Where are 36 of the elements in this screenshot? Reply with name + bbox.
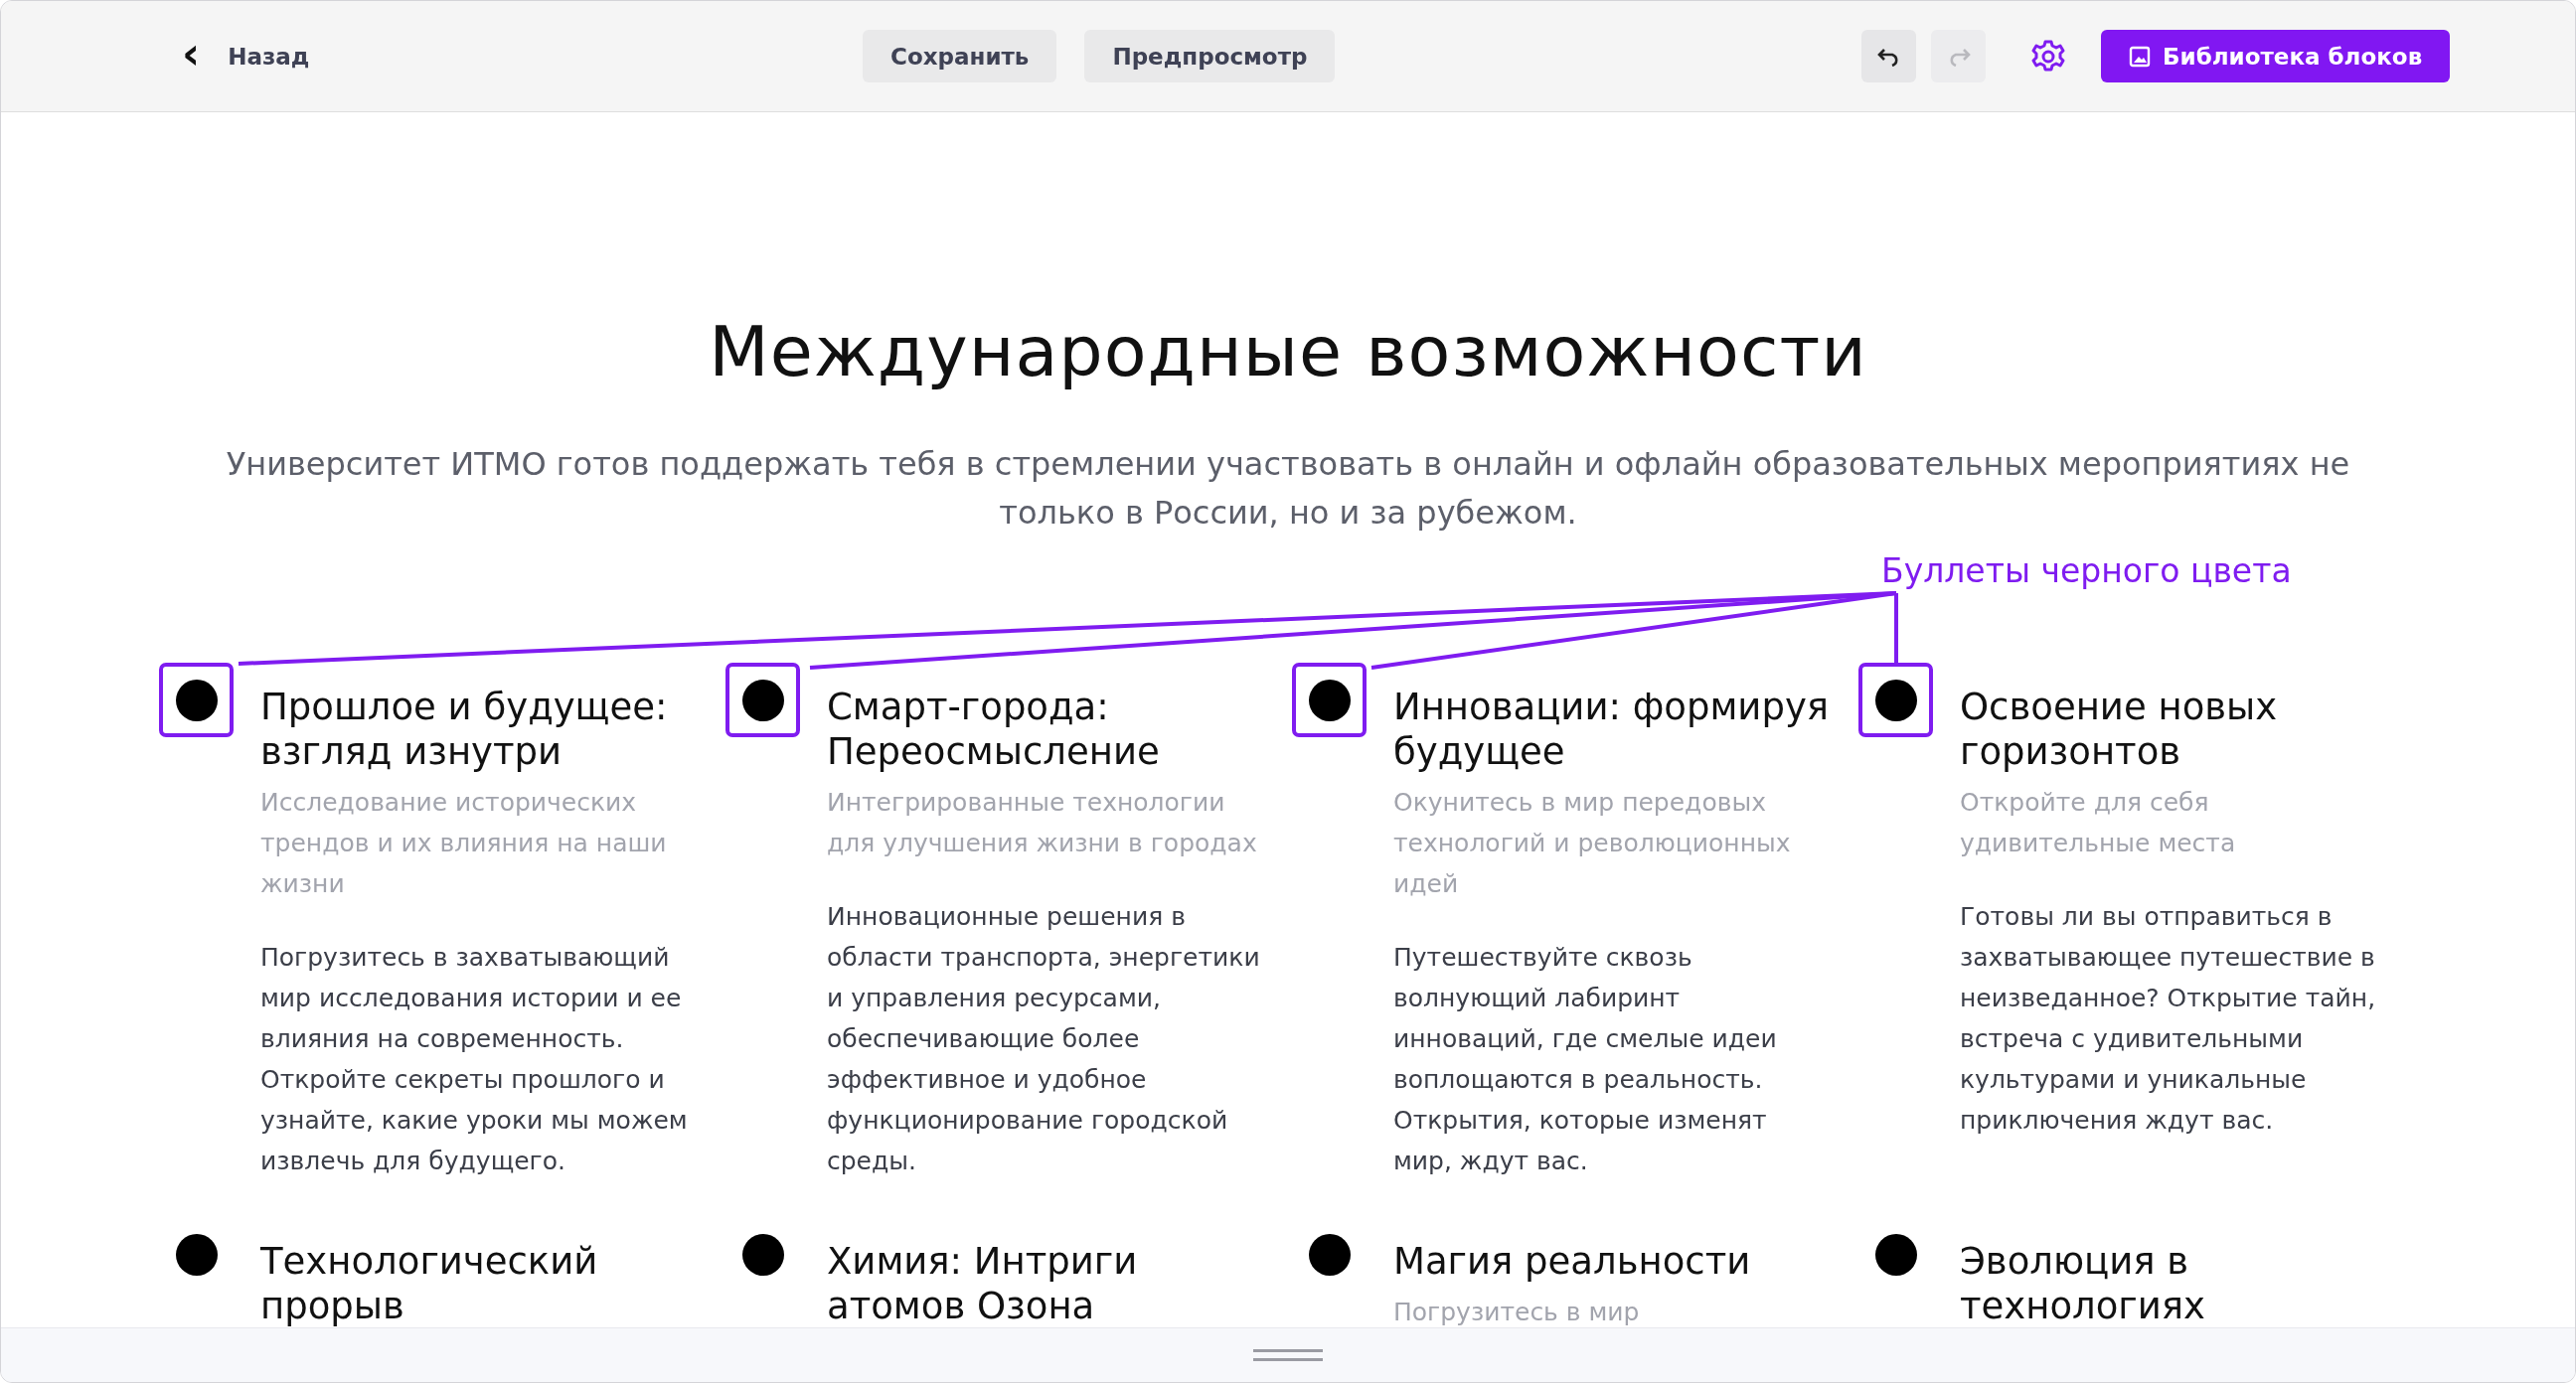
- back-link[interactable]: ‹ Назад: [182, 37, 310, 76]
- page-title: Международные возможности: [709, 311, 1867, 392]
- item-description: Погрузитесь в мир: [1393, 1297, 1641, 1328]
- item-heading: Инновации: формируя будущее: [1393, 685, 1831, 774]
- bullet-icon: [175, 1233, 218, 1276]
- bullet-icon: [175, 679, 218, 721]
- bullet-icon: [1308, 679, 1351, 721]
- page-subtitle: Университет ИТМО готов поддержать тебя в стремлении участвовать в онлайн и офлайн образовательных мероприятиях не только в России, но и за рубежом.: [225, 444, 2351, 534]
- item-heading: Эволюция в технологиях: [1960, 1239, 2206, 1328]
- item-body: Путешествуйте сквозь волнующий лабиринт инноваций, где смелые идеи воплощаются в реальность. Открытия, которые изменят мир, ждут вас.: [1393, 942, 1778, 1177]
- item-body: Готовы ли вы отправиться в захватывающее путешествие в неизведанное? Открытие тайн, встреча с удивительными культурами и уникальные приключения ждут вас.: [1960, 901, 2377, 1137]
- item-body: Погрузитесь в захватывающий мир исследования истории и ее влияния на современность. Откройте секреты прошлого и узнайте, какие уроки мы можем извлечь для будущего.: [260, 942, 689, 1177]
- settings-icon[interactable]: [2030, 38, 2066, 75]
- item-heading: Технологический прорыв: [260, 1239, 599, 1328]
- item-heading: Освоение новых горизонтов: [1960, 685, 2279, 774]
- drag-handle-icon[interactable]: [1253, 1349, 1323, 1361]
- toolbar-button[interactable]: Сохранить: [863, 30, 1057, 82]
- bullet-icon: [1874, 1233, 1917, 1276]
- item-description: Окунитесь в мир передовых технологий и революционных идей: [1393, 787, 1792, 900]
- item-heading: Магия реальности: [1393, 1239, 1752, 1284]
- bullet-icon: [741, 679, 784, 721]
- item-description: Исследование исторических трендов и их влияния на наши жизни: [260, 787, 668, 900]
- item-description: Интегрированные технологии для улучшения жизни в городах: [827, 787, 1258, 859]
- item-body: Инновационные решения в области транспорта, энергетики и управления ресурсами, обеспечивающие более эффективное и удобное функционирование городской среды.: [827, 901, 1261, 1177]
- toolbar-button[interactable]: Предпросмотр: [1084, 30, 1336, 82]
- item-heading: Прошлое и будущее: взгляд изнутри: [260, 685, 669, 774]
- item-heading: Химия: Интриги атомов Озона: [827, 1239, 1139, 1328]
- undo-button[interactable]: [1861, 30, 1916, 82]
- bullet-icon: [741, 1233, 784, 1276]
- block-library-button[interactable]: Библиотека блоков: [2101, 30, 2451, 82]
- bullet-icon: [1874, 679, 1917, 721]
- bullet-icon: [1308, 1233, 1351, 1276]
- item-heading: Смарт-города: Переосмысление: [827, 685, 1161, 774]
- annotation-label: Буллеты черного цвета: [1881, 551, 2292, 590]
- image-icon: [2129, 45, 2151, 68]
- item-description: Откройте для себя удивительные места: [1960, 787, 2237, 859]
